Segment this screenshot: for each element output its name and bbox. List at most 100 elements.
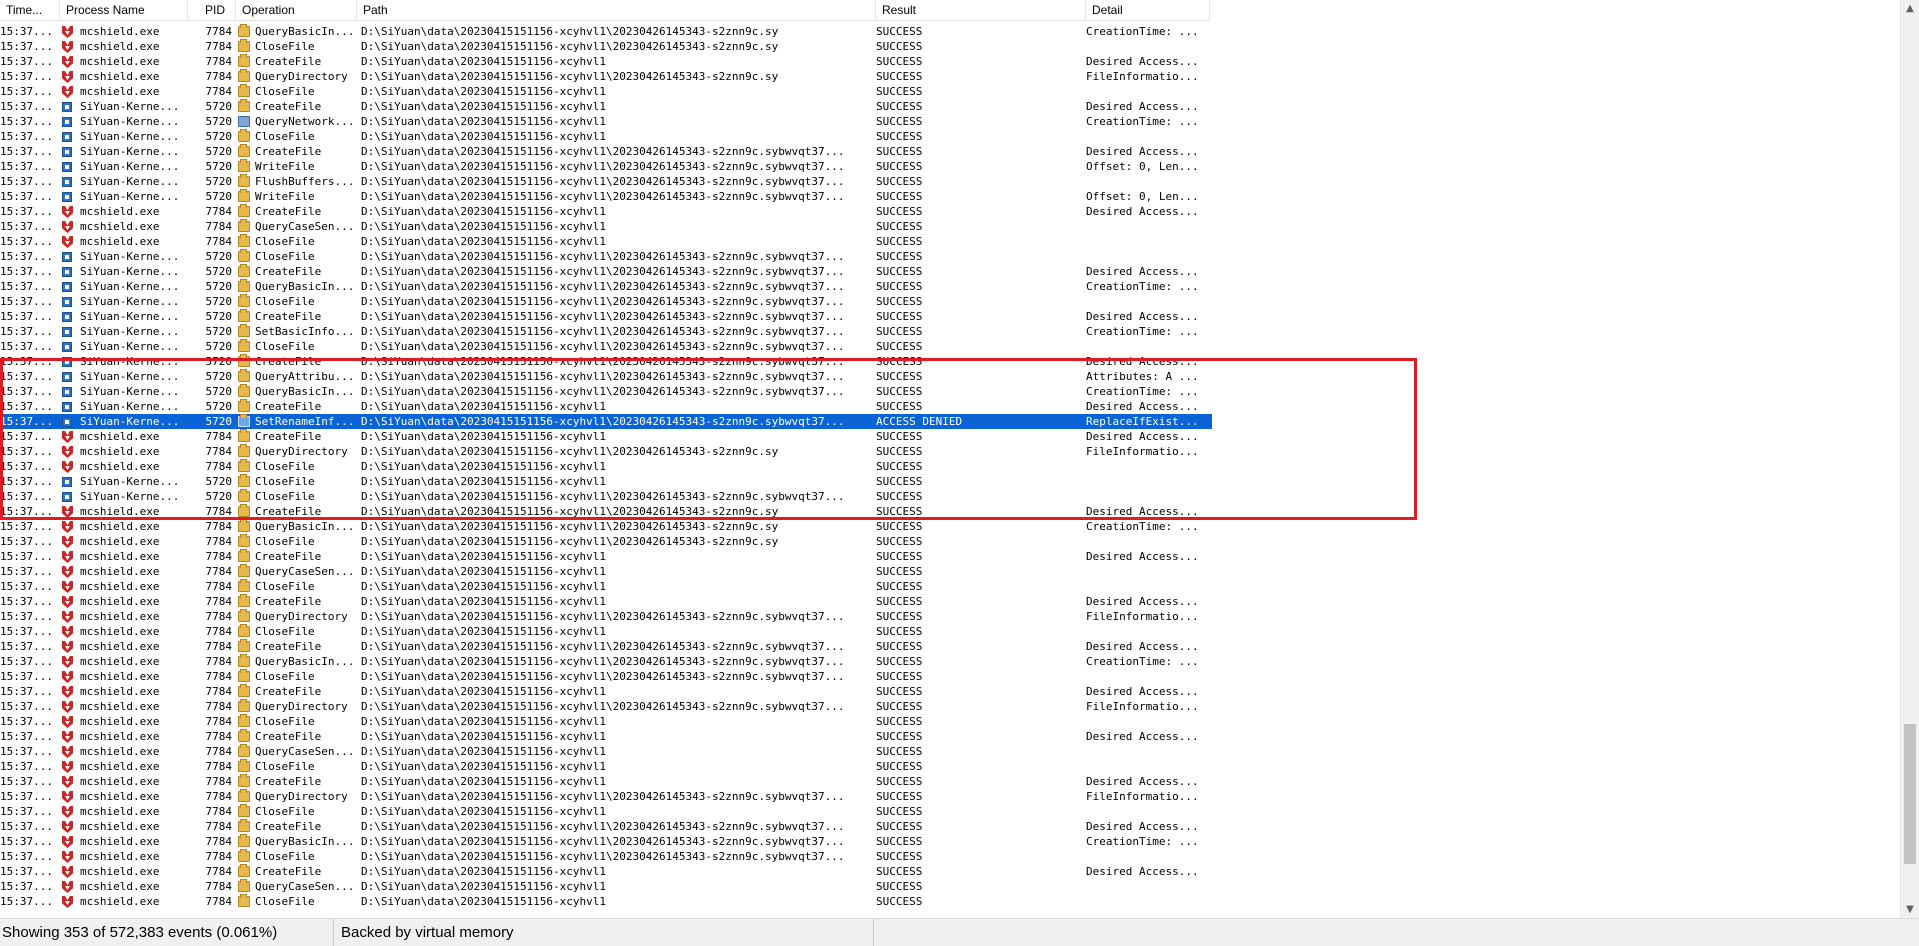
mcshield-icon [62, 234, 76, 249]
cell-detail: Desired Access... [1086, 730, 1199, 743]
table-row[interactable]: 15:37... mcshield.exe 7784 CloseFile D:\SiYu… [0, 459, 1212, 474]
filesystem-icon [238, 834, 251, 849]
cell-pid: 5720 [205, 280, 233, 293]
table-row[interactable]: 15:37... mcshield.exe 7784 CreateFile D:\SiY… [0, 429, 1212, 444]
table-row[interactable]: 15:37... SiYuan-Kerne... 5720 WriteFile D:\S… [0, 189, 1212, 204]
table-row[interactable]: 15:37... mcshield.exe 7784 QueryBasicIn... D… [0, 519, 1212, 534]
cell-pid: 5720 [205, 475, 233, 488]
cell-pid: 7784 [205, 745, 233, 758]
table-row[interactable]: 15:37... mcshield.exe 7784 CloseFile D:\SiYu… [0, 534, 1212, 549]
table-row[interactable]: 15:37... mcshield.exe 7784 QueryDirectory D:… [0, 609, 1212, 624]
table-row[interactable]: 15:37... mcshield.exe 7784 CreateFile D:\SiY… [0, 549, 1212, 564]
table-row[interactable]: 15:37... mcshield.exe 7784 QueryDirectory D:… [0, 444, 1212, 459]
column-header-result[interactable]: Result [876, 0, 1086, 20]
table-row[interactable]: 15:37... SiYuan-Kerne... 5720 CreateFile D:\… [0, 264, 1212, 279]
table-row[interactable]: 15:37... mcshield.exe 7784 CreateFile D:\SiY… [0, 729, 1212, 744]
table-row[interactable]: 15:37... mcshield.exe 7784 QueryCaseSen... D… [0, 219, 1212, 234]
event-list[interactable]: Time... Process Name PID Operation Path … [0, 0, 1898, 918]
table-row[interactable]: 15:37... mcshield.exe 7784 CreateFile D:\SiY… [0, 774, 1212, 789]
cell-pid: 5720 [205, 115, 233, 128]
cell-path: D:\SiYuan\data\20230415151156-xcyhvl1\20… [361, 340, 845, 353]
cell-path: D:\SiYuan\data\20230415151156-xcyhvl1\20… [361, 175, 845, 188]
table-row[interactable]: 15:37... mcshield.exe 7784 QueryDirectory D:… [0, 789, 1212, 804]
table-row[interactable]: 15:37... mcshield.exe 7784 CloseFile D:\SiYu… [0, 579, 1212, 594]
table-row[interactable]: 15:37... mcshield.exe 7784 CloseFile D:\SiYu… [0, 714, 1212, 729]
column-header-process-name[interactable]: Process Name [60, 0, 188, 20]
table-row[interactable]: 15:37... mcshield.exe 7784 CloseFile D:\SiYu… [0, 669, 1212, 684]
cell-pid: 7784 [205, 760, 233, 773]
column-header-detail[interactable]: Detail [1086, 0, 1210, 20]
table-row[interactable]: 15:37... mcshield.exe 7784 QueryDirectory D:… [0, 699, 1212, 714]
column-header-operation[interactable]: Operation [236, 0, 357, 20]
table-row[interactable]: 15:37... SiYuan-Kerne... 5720 CloseFile D:\S… [0, 294, 1212, 309]
table-row[interactable]: 15:37... mcshield.exe 7784 CloseFile D:\SiYu… [0, 894, 1212, 909]
cell-time: 15:37... [0, 865, 53, 878]
cell-detail: Desired Access... [1086, 640, 1199, 653]
column-header-path[interactable]: Path [357, 0, 876, 20]
table-row[interactable]: 15:37... mcshield.exe 7784 QueryCaseSen... D… [0, 879, 1212, 894]
table-row[interactable]: 15:37... mcshield.exe 7784 CreateFile D:\SiY… [0, 864, 1212, 879]
filesystem-icon [238, 504, 251, 519]
table-row[interactable]: 15:37... SiYuan-Kerne... 5720 WriteFile D:\S… [0, 159, 1212, 174]
table-row[interactable]: 15:37... mcshield.exe 7784 CloseFile D:\SiYu… [0, 84, 1212, 99]
cell-result: SUCCESS [876, 610, 923, 623]
table-row[interactable]: 15:37... SiYuan-Kerne... 5720 CloseFile D:\S… [0, 474, 1212, 489]
siyuan-icon [62, 384, 76, 399]
table-row[interactable]: 15:37... mcshield.exe 7784 QueryCaseSen... D… [0, 744, 1212, 759]
filesystem-icon [238, 39, 251, 54]
table-row[interactable]: 15:37... SiYuan-Kerne... 5720 SetBasicInfo.… [0, 324, 1212, 339]
cell-detail [1086, 489, 1212, 504]
table-row[interactable]: 15:37... mcshield.exe 7784 QueryBasicIn... D… [0, 834, 1212, 849]
table-row[interactable]: 15:37... mcshield.exe 7784 CreateFile D:\SiY… [0, 594, 1212, 609]
table-row[interactable]: 15:37... SiYuan-Kerne... 5720 CloseFile D:\S… [0, 129, 1212, 144]
mcshield-icon [62, 759, 76, 774]
table-row[interactable]: 15:37... SiYuan-Kerne... 5720 CreateFile D:\… [0, 399, 1212, 414]
table-row[interactable]: 15:37... SiYuan-Kerne... 5720 QueryBasicIn.… [0, 384, 1212, 399]
table-row[interactable]: 15:37... mcshield.exe 7784 CloseFile D:\SiYu… [0, 234, 1212, 249]
cell-result: SUCCESS [876, 130, 923, 143]
table-row[interactable]: 15:37... mcshield.exe 7784 CreateFile D:\SiY… [0, 684, 1212, 699]
table-row[interactable]: 15:37... mcshield.exe 7784 CloseFile D:\SiYu… [0, 759, 1212, 774]
table-row[interactable]: 15:37... mcshield.exe 7784 CreateFile D:\SiY… [0, 639, 1212, 654]
table-row[interactable]: 15:37... SiYuan-Kerne... 5720 CreateFile D:\… [0, 144, 1212, 159]
table-row[interactable]: 15:37... SiYuan-Kerne... 5720 CloseFile D:\S… [0, 339, 1212, 354]
filesystem-icon [238, 744, 251, 759]
table-row[interactable]: 15:37... SiYuan-Kerne... 5720 CloseFile D:\S… [0, 489, 1212, 504]
table-row[interactable]: 15:37... mcshield.exe 7784 CreateFile D:\SiY… [0, 819, 1212, 834]
vertical-scrollbar[interactable]: ▲ ▼ [1900, 0, 1919, 918]
table-row[interactable]: 15:37... SiYuan-Kerne... 5720 CreateFile D:\… [0, 309, 1212, 324]
table-row[interactable]: 15:37... mcshield.exe 7784 QueryBasicIn... D… [0, 654, 1212, 669]
table-row[interactable]: 15:37... mcshield.exe 7784 CloseFile D:\SiYu… [0, 624, 1212, 639]
cell-operation: CreateFile [255, 775, 322, 788]
table-row[interactable]: 15:37... SiYuan-Kerne... 5720 CreateFile D:\… [0, 354, 1212, 369]
table-row[interactable]: 15:37... SiYuan-Kerne... 5720 FlushBuffers.… [0, 174, 1212, 189]
scroll-up-arrow-icon[interactable]: ▲ [1901, 0, 1919, 17]
table-row[interactable]: 15:37... SiYuan-Kerne... 5720 CreateFile D:\… [0, 99, 1212, 114]
table-row[interactable]: 15:37... mcshield.exe 7784 QueryDirectory D:… [0, 69, 1212, 84]
table-row[interactable]: 15:37... mcshield.exe 7784 CreateFile D:\SiY… [0, 204, 1212, 219]
table-row[interactable]: 15:37... mcshield.exe 7784 CloseFile D:\SiYu… [0, 804, 1212, 819]
cell-path: D:\SiYuan\data\20230415151156-xcyhvl1\20… [361, 670, 845, 683]
cell-operation: CreateFile [255, 430, 322, 443]
column-header-time[interactable]: Time... [0, 0, 60, 20]
cell-path: D:\SiYuan\data\20230415151156-xcyhvl1 [361, 460, 607, 473]
table-row[interactable]: 15:37... mcshield.exe 7784 CreateFile D:\SiY… [0, 54, 1212, 69]
cell-process-name: mcshield.exe [80, 715, 160, 728]
table-row[interactable]: 15:37... mcshield.exe 7784 QueryBasicIn... D… [0, 24, 1212, 39]
cell-operation: CloseFile [255, 40, 315, 53]
table-row[interactable]: 15:37... SiYuan-Kerne... 5720 QueryNetwork.… [0, 114, 1212, 129]
table-row[interactable]: 15:37... mcshield.exe 7784 QueryCaseSen... D… [0, 564, 1212, 579]
scroll-thumb[interactable] [1904, 723, 1916, 864]
table-row[interactable]: 15:37... SiYuan-Kerne... 5720 QueryBasicIn.… [0, 279, 1212, 294]
table-row[interactable]: 15:37... mcshield.exe 7784 CloseFile D:\SiYu… [0, 39, 1212, 54]
siyuan-icon [62, 474, 76, 489]
table-row-selected[interactable]: 15:37... SiYuan-Kerne... 5720 SetRenameInf.… [0, 414, 1212, 429]
column-header-pid[interactable]: PID [188, 0, 236, 20]
table-row[interactable]: 15:37... SiYuan-Kerne... 5720 QueryAttribu.… [0, 369, 1212, 384]
cell-result: SUCCESS [876, 850, 923, 863]
scroll-down-arrow-icon[interactable]: ▼ [1901, 901, 1919, 918]
cell-result: SUCCESS [876, 835, 923, 848]
table-row[interactable]: 15:37... mcshield.exe 7784 CreateFile D:\SiY… [0, 504, 1212, 519]
table-row[interactable]: 15:37... mcshield.exe 7784 CloseFile D:\SiYu… [0, 849, 1212, 864]
table-row[interactable]: 15:37... SiYuan-Kerne... 5720 CloseFile D:\S… [0, 249, 1212, 264]
